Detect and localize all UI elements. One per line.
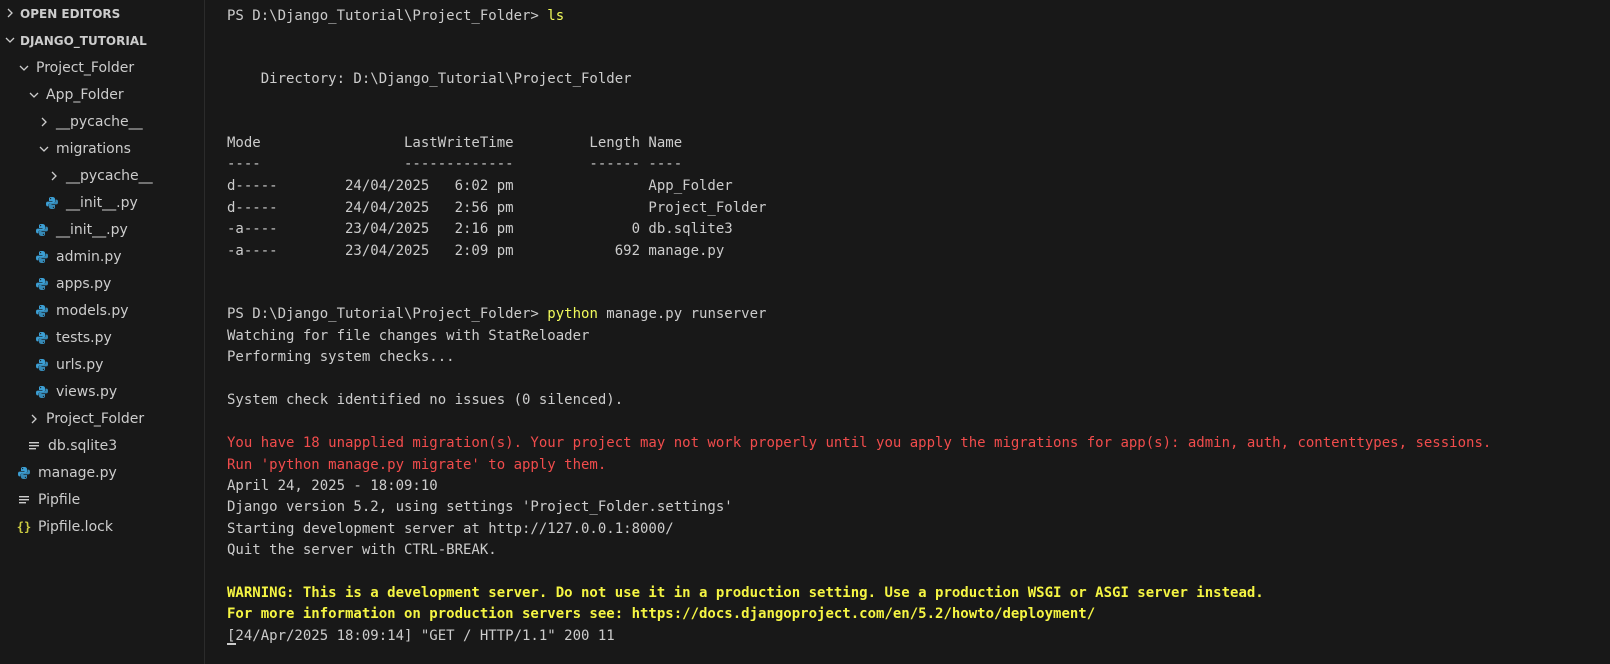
chevron-down-icon[interactable] — [36, 141, 52, 157]
terminal-line-header: Mode LastWriteTime Length Name — [227, 135, 683, 151]
prompt: PS D:\Django_Tutorial\Project_Folder> — [227, 306, 548, 322]
prompt: PS D:\Django_Tutorial\Project_Folder> — [227, 8, 548, 24]
tree-item[interactable]: models.py — [0, 297, 239, 324]
tree-item-label: __pycache__ — [66, 167, 153, 184]
tree-item-label: Project_Folder — [46, 410, 145, 427]
tree-item[interactable]: manage.py — [0, 459, 221, 486]
workspace-label: DJANGO_TUTORIAL — [20, 34, 147, 48]
tree-item[interactable]: __init__.py — [0, 216, 239, 243]
command-args: manage.py runserver — [597, 306, 767, 322]
tree-item-label: db.sqlite3 — [48, 437, 118, 454]
tree-item-label: __init__.py — [66, 194, 138, 211]
chevron-right-icon — [0, 8, 20, 21]
python-file-icon — [44, 195, 60, 211]
tree-item-label: views.py — [56, 383, 118, 400]
chevron-right-icon[interactable] — [26, 411, 42, 427]
tree-item[interactable]: db.sqlite3 — [0, 432, 231, 459]
tree-item[interactable]: Project_Folder — [0, 54, 221, 81]
terminal-line-django-version: Django version 5.2, using settings 'Proj… — [227, 499, 733, 515]
tree-item-label: models.py — [56, 302, 129, 319]
terminal-line-request-log: [24/Apr/2025 18:09:14] "GET / HTTP/1.1" … — [227, 628, 615, 644]
terminal-line-dev-warning-link: For more information on production serve… — [227, 606, 1096, 622]
terminal-panel[interactable]: PS D:\Django_Tutorial\Project_Folder> ls… — [205, 0, 1610, 664]
tree-item[interactable]: Pipfile — [0, 486, 221, 513]
terminal-line-check-result: System check identified no issues (0 sil… — [227, 392, 624, 408]
open-editors-header[interactable]: OPEN EDITORS — [0, 2, 205, 26]
terminal-line-dev-warning: WARNING: This is a development server. D… — [227, 585, 1264, 601]
python-file-icon — [34, 357, 50, 373]
terminal-line-starting-server: Starting development server at http://12… — [227, 521, 674, 537]
chevron-right-icon[interactable] — [46, 168, 62, 184]
tree-item-label: tests.py — [56, 329, 112, 346]
chevron-down-icon[interactable] — [16, 60, 32, 76]
terminal-line-prompt-runserver: PS D:\Django_Tutorial\Project_Folder> py… — [227, 304, 766, 324]
terminal-line-row: -a---- 23/04/2025 2:16 pm 0 db.sqlite3 — [227, 221, 733, 237]
tree-item[interactable]: Project_Folder — [0, 405, 231, 432]
python-file-icon — [34, 303, 50, 319]
open-editors-label: OPEN EDITORS — [20, 7, 121, 21]
command-ls: ls — [547, 8, 565, 24]
terminal-line-separator: ---- ------------- ------ ---- — [227, 156, 683, 172]
python-file-icon — [34, 276, 50, 292]
json-file-icon: {} — [16, 519, 32, 534]
terminal-line-quit-hint: Quit the server with CTRL-BREAK. — [227, 542, 497, 558]
tree-item[interactable]: apps.py — [0, 270, 239, 297]
python-file-icon — [34, 384, 50, 400]
terminal-line-directory: Directory: D:\Django_Tutorial\Project_Fo… — [227, 71, 632, 87]
tree-item-label: admin.py — [56, 248, 122, 265]
tree-item-label: apps.py — [56, 275, 112, 292]
python-file-icon — [34, 249, 50, 265]
terminal-cursor — [227, 643, 236, 645]
tree-item-label: Project_Folder — [36, 59, 135, 76]
terminal-line-row: -a---- 23/04/2025 2:09 pm 692 manage.py — [227, 243, 725, 259]
chevron-down-icon — [0, 35, 20, 48]
tree-item-label: urls.py — [56, 356, 104, 373]
python-file-icon — [34, 330, 50, 346]
terminal-line-migration-warning: You have 18 unapplied migration(s). Your… — [227, 435, 1492, 451]
chevron-down-icon[interactable] — [26, 87, 42, 103]
terminal-line-migration-hint: Run 'python manage.py migrate' to apply … — [227, 457, 607, 473]
tree-item[interactable]: admin.py — [0, 243, 239, 270]
terminal-line-prompt-ls: PS D:\Django_Tutorial\Project_Folder> ls — [227, 6, 564, 26]
terminal-line-watching: Watching for file changes with StatReloa… — [227, 328, 590, 344]
terminal-line-performing: Performing system checks... — [227, 349, 455, 365]
tree-item[interactable]: tests.py — [0, 324, 239, 351]
terminal-line-date: April 24, 2025 - 18:09:10 — [227, 478, 438, 494]
terminal-line-row: d----- 24/04/2025 6:02 pm App_Folder — [227, 178, 733, 194]
tree-item-label: migrations — [56, 140, 131, 157]
text-file-icon — [26, 438, 42, 454]
tree-item-label: manage.py — [38, 464, 117, 481]
python-file-icon — [16, 465, 32, 481]
text-file-icon — [16, 492, 32, 508]
tree-item[interactable]: {} Pipfile.lock — [0, 513, 221, 540]
tree-item[interactable]: urls.py — [0, 351, 239, 378]
explorer-sidebar: OPEN EDITORS DJANGO_TUTORIAL Project_Fol… — [0, 0, 205, 664]
tree-item-label: __init__.py — [56, 221, 128, 238]
tree-item-label: __pycache__ — [56, 113, 143, 130]
tree-item-label: Pipfile — [38, 491, 81, 508]
tree-item[interactable]: views.py — [0, 378, 239, 405]
tree-item-label: Pipfile.lock — [38, 518, 113, 535]
tree-item[interactable]: App_Folder — [0, 81, 231, 108]
chevron-right-icon[interactable] — [36, 114, 52, 130]
tree-item-label: App_Folder — [46, 86, 124, 103]
python-file-icon — [34, 222, 50, 238]
command-python: python — [547, 306, 598, 322]
terminal-line-row: d----- 24/04/2025 2:56 pm Project_Folder — [227, 200, 767, 216]
workspace-header[interactable]: DJANGO_TUTORIAL — [0, 29, 205, 53]
